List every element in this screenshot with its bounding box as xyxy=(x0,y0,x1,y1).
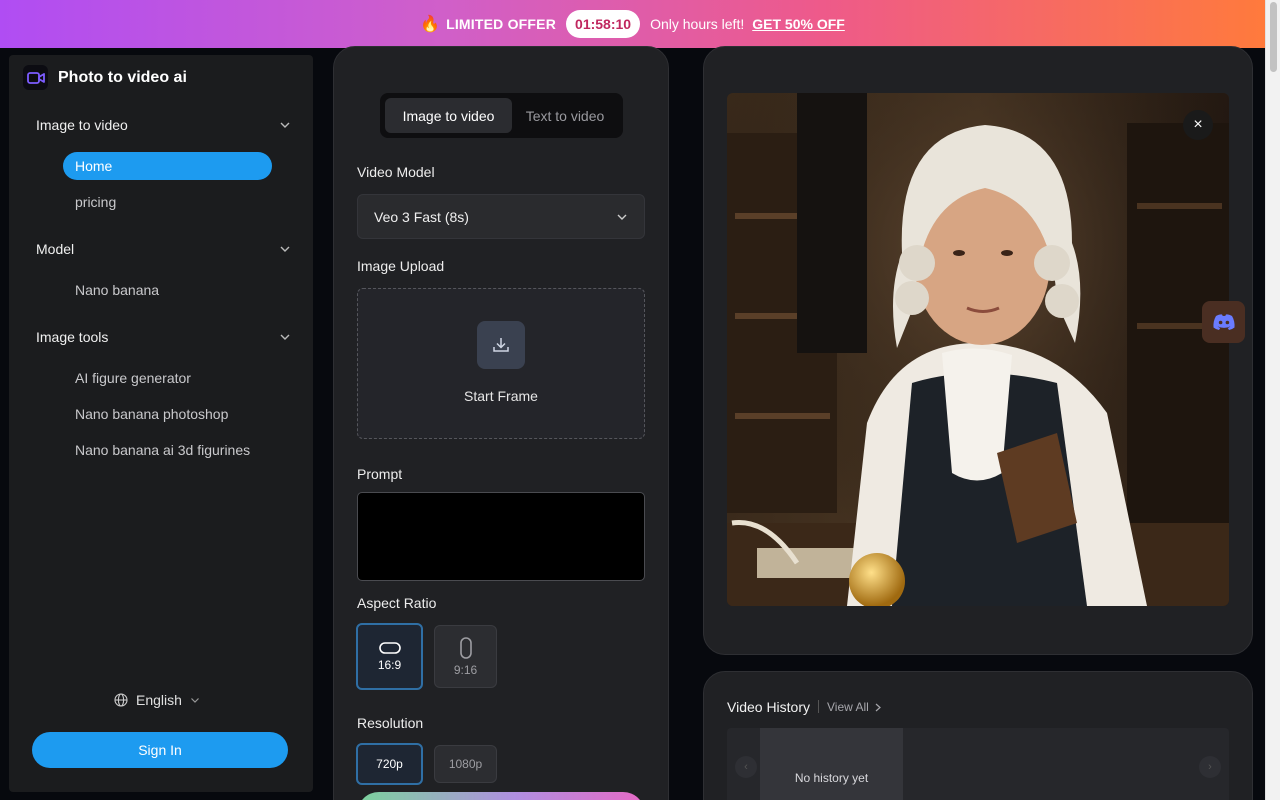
resolution-720p-option[interactable]: 720p xyxy=(356,743,423,785)
video-history-title: Video History xyxy=(727,699,811,715)
mode-tabs: Image to video Text to video xyxy=(380,93,623,138)
divider xyxy=(818,700,819,713)
aspect-label: 9:16 xyxy=(453,662,478,677)
view-all-label: View All xyxy=(827,700,869,714)
history-carousel: ‹ No history yet › xyxy=(727,728,1229,800)
image-upload-dropzone[interactable]: Start Frame xyxy=(357,288,645,439)
offer-message: Only hours left! xyxy=(650,16,745,32)
chevron-down-icon xyxy=(280,122,290,128)
nav-section-label: Image to video xyxy=(36,117,128,133)
discount-link[interactable]: GET 50% OFF xyxy=(752,16,845,32)
chevron-right-icon xyxy=(875,703,881,711)
sidebar-item-pricing[interactable]: pricing xyxy=(63,188,272,216)
offer-label: LIMITED OFFER xyxy=(446,16,557,32)
aspect-16-9-option[interactable]: 16:9 xyxy=(356,623,423,690)
brand-title: Photo to video ai xyxy=(58,68,187,86)
chevron-right-icon[interactable]: › xyxy=(1199,756,1221,778)
close-icon[interactable]: × xyxy=(1183,110,1213,140)
fire-icon: 🔥 xyxy=(420,16,441,33)
sidebar-item-nano-banana[interactable]: Nano banana xyxy=(63,276,272,304)
aspect-ratio-label: Aspect Ratio xyxy=(357,595,437,611)
prompt-label: Prompt xyxy=(357,466,403,482)
video-preview[interactable]: × xyxy=(727,93,1229,606)
chevron-left-icon[interactable]: ‹ xyxy=(735,756,757,778)
chevron-down-icon xyxy=(280,246,290,252)
resolution-1080p-option[interactable]: 1080p xyxy=(434,745,497,783)
discord-icon[interactable] xyxy=(1202,301,1245,343)
nav-section-image-to-video[interactable]: Image to video xyxy=(36,117,291,133)
video-history-panel: Video History View All ‹ No history yet … xyxy=(703,671,1253,800)
video-camera-icon xyxy=(23,65,48,90)
chevron-down-icon xyxy=(280,334,290,340)
chevron-down-icon xyxy=(617,214,627,220)
aspect-9-16-option[interactable]: 9:16 xyxy=(434,625,497,688)
video-frame-image xyxy=(727,93,1229,606)
sidebar-item-home[interactable]: Home xyxy=(63,152,272,180)
language-label: English xyxy=(136,692,182,708)
sidebar: Photo to video ai Image to video Home pr… xyxy=(9,55,313,792)
language-selector[interactable]: English xyxy=(114,692,200,708)
promo-banner: 🔥 LIMITED OFFER 01:58:10 Only hours left… xyxy=(0,0,1265,48)
tab-text-to-video[interactable]: Text to video xyxy=(512,98,618,133)
sign-in-button[interactable]: Sign In xyxy=(32,732,288,768)
landscape-icon xyxy=(378,641,401,654)
brand[interactable]: Photo to video ai xyxy=(23,65,187,90)
globe-icon xyxy=(114,693,128,707)
preview-panel: × xyxy=(703,46,1253,655)
chevron-down-icon xyxy=(190,697,199,703)
start-frame-label: Start Frame xyxy=(464,388,538,404)
sidebar-item-ai-figure-generator[interactable]: AI figure generator xyxy=(63,364,272,392)
generator-panel: Image to video Text to video Video Model… xyxy=(333,46,669,800)
nav-section-label: Image tools xyxy=(36,329,109,345)
video-model-label: Video Model xyxy=(357,164,435,180)
generate-button[interactable] xyxy=(357,792,645,800)
scrollbar-thumb[interactable] xyxy=(1270,2,1277,72)
nav-section-image-tools[interactable]: Image tools xyxy=(36,329,291,345)
view-all-link[interactable]: View All xyxy=(827,700,881,714)
tab-image-to-video[interactable]: Image to video xyxy=(385,98,512,133)
sidebar-item-nano-banana-photoshop[interactable]: Nano banana photoshop xyxy=(63,400,272,428)
nav-section-model[interactable]: Model xyxy=(36,241,291,257)
sidebar-item-3d-figurines[interactable]: Nano banana ai 3d figurines xyxy=(63,436,272,464)
page-scrollbar[interactable] xyxy=(1265,0,1280,800)
countdown-timer: 01:58:10 xyxy=(566,10,641,38)
video-model-select[interactable]: Veo 3 Fast (8s) xyxy=(357,194,645,239)
resolution-label: Resolution xyxy=(357,715,424,731)
aspect-label: 16:9 xyxy=(377,657,402,672)
download-icon xyxy=(477,321,525,369)
image-upload-label: Image Upload xyxy=(357,258,445,274)
empty-history-card: No history yet xyxy=(760,728,903,800)
video-model-value: Veo 3 Fast (8s) xyxy=(374,208,469,225)
prompt-input[interactable] xyxy=(357,492,645,581)
portrait-icon xyxy=(459,636,472,659)
nav-section-label: Model xyxy=(36,241,75,257)
